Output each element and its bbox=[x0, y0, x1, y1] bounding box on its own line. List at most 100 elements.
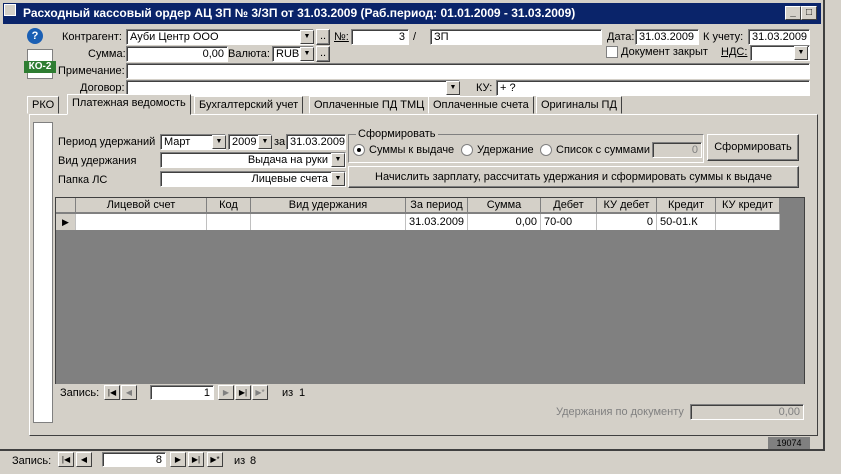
uderzhaniya-field[interactable]: 0,00 bbox=[690, 404, 804, 420]
inner-next-record-icon[interactable]: ▶ bbox=[218, 385, 234, 400]
radio-uderzhanie-label: Удержание bbox=[477, 144, 534, 156]
kontragent-dropdown[interactable]: ▼ bbox=[300, 30, 314, 44]
col-header-debet[interactable]: Дебет bbox=[541, 198, 597, 213]
za-label: за bbox=[274, 136, 286, 148]
inner-nav-label: Запись: bbox=[60, 387, 100, 399]
period-label: Период удержаний bbox=[58, 136, 156, 148]
document-window: Расходный кассовый ордер АЦ ЗП № 3/ЗП от… bbox=[0, 0, 825, 451]
minimize-button[interactable]: _ bbox=[785, 6, 801, 20]
table-cell[interactable] bbox=[207, 214, 251, 230]
k-uchetu-label: К учету: bbox=[703, 31, 744, 43]
row-selector-current[interactable]: ▶ bbox=[56, 214, 76, 230]
nds-dropdown[interactable]: ▼ bbox=[794, 46, 808, 60]
papka-field[interactable]: Лицевые счета bbox=[160, 171, 346, 187]
doc-id-badge: 19074 bbox=[768, 437, 810, 449]
tab-platezhnaya-vedomost[interactable]: Платежная ведомость bbox=[67, 94, 191, 115]
inner-nav-total: 1 bbox=[299, 387, 306, 399]
table-cell[interactable]: 50-01.К bbox=[657, 214, 716, 230]
radio-uderzhanie[interactable] bbox=[461, 144, 473, 156]
outer-record-field[interactable]: 8 bbox=[102, 452, 166, 467]
inner-record-field[interactable]: 1 bbox=[150, 385, 214, 400]
tab-originaly-pd[interactable]: Оригиналы ПД bbox=[536, 96, 622, 114]
papka-label: Папка ЛС bbox=[58, 174, 108, 186]
ku-field[interactable]: + ? bbox=[496, 80, 810, 96]
nachislit-button[interactable]: Начислить зарплату, рассчитать удержания… bbox=[348, 166, 799, 188]
table-cell[interactable]: 0,00 bbox=[468, 214, 541, 230]
summa-field[interactable]: 0,00 bbox=[126, 46, 228, 62]
tab-buhgalterskiy-uchet[interactable]: Бухгалтерский учет bbox=[194, 96, 304, 114]
help-icon[interactable]: ? bbox=[27, 28, 43, 44]
radio-summy-k-vydache-label: Суммы к выдаче bbox=[369, 144, 455, 156]
tab-oplachennye-scheta[interactable]: Оплаченные счета bbox=[428, 96, 534, 114]
papka-dropdown[interactable]: ▼ bbox=[331, 172, 345, 186]
col-header-ku-debet[interactable]: КУ дебет bbox=[597, 198, 657, 213]
maximize-button[interactable]: □ bbox=[801, 6, 817, 20]
dogovor-label: Договор: bbox=[80, 82, 125, 94]
kontragent-ellipsis-button[interactable]: .. bbox=[316, 29, 330, 45]
kontragent-field[interactable]: Ауби Центр ООО bbox=[126, 29, 314, 45]
vid-label: Вид удержания bbox=[58, 155, 137, 167]
sformirovat-group-label: Сформировать bbox=[356, 127, 438, 141]
table-cell[interactable] bbox=[251, 214, 406, 230]
kontragent-label: Контрагент: bbox=[62, 31, 122, 43]
nomer-suffix-field[interactable]: ЗП bbox=[430, 29, 602, 45]
outer-nav-of: из bbox=[234, 455, 246, 467]
uderzhaniya-label: Удержания по документу bbox=[556, 406, 684, 418]
app-icon bbox=[4, 4, 16, 16]
valuta-label: Валюта: bbox=[228, 48, 270, 60]
outer-nav-total: 8 bbox=[250, 455, 257, 467]
ko-badge: КО-2 bbox=[24, 61, 56, 73]
outer-first-record-icon[interactable]: |◀ bbox=[58, 452, 74, 467]
inner-prev-record-icon[interactable]: ◀ bbox=[121, 385, 137, 400]
doc-zakryt-checkbox[interactable] bbox=[606, 46, 618, 58]
summa-label: Сумма: bbox=[88, 48, 126, 60]
table-cell[interactable] bbox=[716, 214, 780, 230]
spisok-value-field[interactable]: 0 bbox=[652, 142, 702, 158]
col-header-licevoy-schet[interactable]: Лицевой счет bbox=[76, 198, 207, 213]
table-cell[interactable]: 0 bbox=[597, 214, 657, 230]
radio-spisok[interactable] bbox=[540, 144, 552, 156]
outer-prev-record-icon[interactable]: ◀ bbox=[76, 452, 92, 467]
col-header-summa[interactable]: Сумма bbox=[468, 198, 541, 213]
outer-last-record-icon[interactable]: ▶| bbox=[188, 452, 204, 467]
outer-nav-label: Запись: bbox=[12, 455, 52, 467]
vid-field[interactable]: Выдача на руки bbox=[160, 152, 346, 168]
radio-summy-k-vydache[interactable] bbox=[353, 144, 365, 156]
dogovor-dropdown[interactable]: ▼ bbox=[446, 81, 460, 95]
record-selector-bar bbox=[33, 122, 53, 423]
table-cell[interactable]: 31.03.2009 bbox=[406, 214, 468, 230]
primechanie-label: Примечание: bbox=[58, 65, 125, 77]
tab-rko[interactable]: РКО bbox=[27, 96, 60, 114]
radio-spisok-label: Список с суммами bbox=[556, 144, 651, 156]
data-field[interactable]: 31.03.2009 bbox=[635, 29, 699, 45]
primechanie-field[interactable] bbox=[126, 63, 810, 79]
col-header-kredit[interactable]: Кредит bbox=[657, 198, 716, 213]
data-label: Дата: bbox=[607, 31, 635, 43]
valuta-ellipsis-button[interactable]: .. bbox=[316, 46, 330, 62]
col-header-ku-kredit[interactable]: КУ кредит bbox=[716, 198, 780, 213]
vid-dropdown[interactable]: ▼ bbox=[331, 153, 345, 167]
inner-new-record-icon[interactable]: ▶* bbox=[252, 385, 268, 400]
table-cell[interactable]: 70-00 bbox=[541, 214, 597, 230]
outer-next-record-icon[interactable]: ▶ bbox=[170, 452, 186, 467]
col-header-za-period[interactable]: За период bbox=[406, 198, 468, 213]
grid-corner bbox=[56, 198, 76, 213]
nomer-field[interactable]: 3 bbox=[351, 29, 409, 45]
col-header-kod[interactable]: Код bbox=[207, 198, 251, 213]
nds-label: НДС: bbox=[721, 46, 748, 58]
valuta-dropdown[interactable]: ▼ bbox=[300, 47, 314, 61]
period-year-dropdown[interactable]: ▼ bbox=[258, 135, 272, 149]
payroll-grid: Лицевой счет Код Вид удержания За период… bbox=[55, 197, 805, 400]
col-header-vid-uderzhaniya[interactable]: Вид удержания bbox=[251, 198, 406, 213]
inner-last-record-icon[interactable]: ▶| bbox=[235, 385, 251, 400]
k-uchetu-field[interactable]: 31.03.2009 bbox=[748, 29, 810, 45]
sformirovat-button[interactable]: Сформировать bbox=[707, 134, 799, 161]
outer-new-record-icon[interactable]: ▶* bbox=[207, 452, 223, 467]
tab-oplachennye-pd-tmc[interactable]: Оплаченные ПД ТМЦ bbox=[309, 96, 430, 114]
nomer-label: №: bbox=[334, 31, 349, 43]
period-month-dropdown[interactable]: ▼ bbox=[212, 135, 226, 149]
doc-zakryt-label: Документ закрыт bbox=[621, 46, 708, 58]
inner-first-record-icon[interactable]: |◀ bbox=[104, 385, 120, 400]
table-cell[interactable] bbox=[76, 214, 207, 230]
za-field[interactable]: 31.03.2009 bbox=[286, 134, 346, 150]
